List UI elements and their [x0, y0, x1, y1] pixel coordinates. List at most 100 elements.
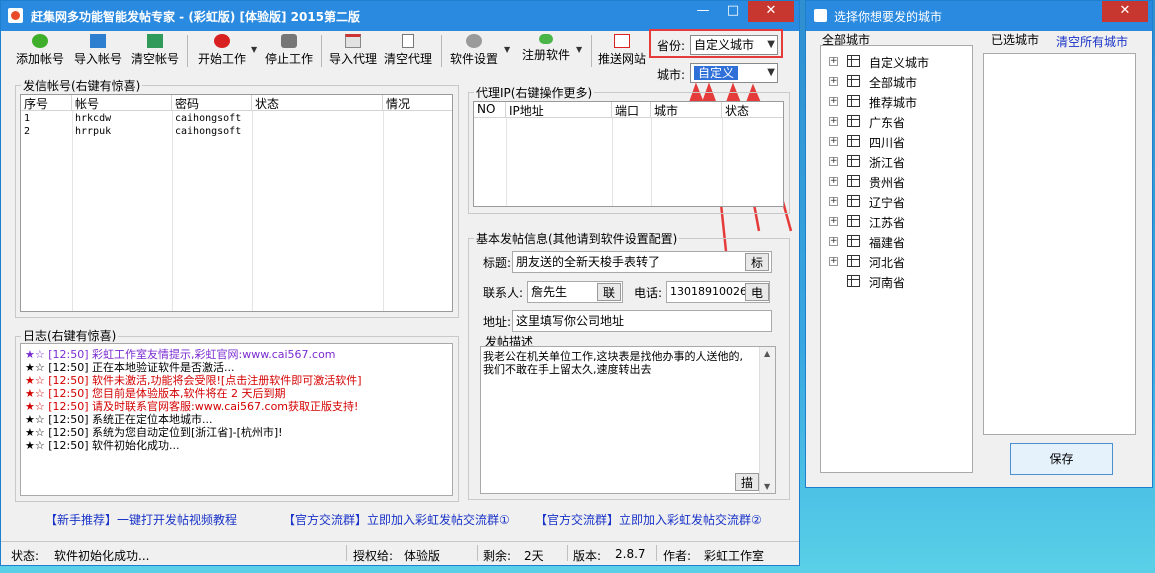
expand-icon[interactable]: + [829, 177, 838, 186]
stop-work-button[interactable]: 停止工作 [262, 31, 316, 71]
log-line-8-text: [12:50] 软件初始化成功... [48, 439, 180, 452]
expand-icon[interactable]: + [829, 237, 838, 246]
table-icon [847, 55, 860, 67]
expand-icon[interactable]: + [829, 137, 838, 146]
add-account-button[interactable]: 添加帐号 [13, 31, 67, 71]
import-proxy-icon [345, 34, 361, 48]
tree-item-label: 全部城市 [869, 76, 918, 90]
chevron-down-icon[interactable]: ▼ [251, 45, 257, 54]
push-icon [614, 34, 630, 48]
expand-icon[interactable]: + [829, 97, 838, 106]
description-textarea[interactable]: 我老公在机关单位工作,这块表是找他办事的人送他的,我们不敢在手上留太久,速度转出… [480, 346, 776, 494]
city-tree[interactable]: + 自定义城市 + 全部城市 + 推荐城市 + 广东省 + 四川省 + 浙江省 + 贵州省 +… [820, 45, 973, 473]
dialog-icon [814, 9, 827, 22]
expand-icon[interactable]: + [829, 197, 838, 206]
toolbar-separator [441, 35, 442, 67]
log-panel[interactable]: ★☆ [12:50] 彩虹工作室友情提示,彩虹官网:www.cai567.com… [20, 343, 453, 496]
expand-icon[interactable]: + [829, 257, 838, 266]
expand-icon[interactable]: + [829, 217, 838, 226]
log-line-3-text: [12:50] 软件未激活,功能将会受限![点击注册软件即可激活软件] [48, 374, 362, 387]
save-button[interactable]: 保存 [1010, 443, 1113, 475]
expand-icon[interactable]: + [829, 57, 838, 66]
official-group-2-link[interactable]: 【官方交流群】立即加入彩虹发帖交流群② [535, 511, 762, 528]
register-software-button[interactable]: 注册软件 [519, 31, 573, 71]
title-bar[interactable]: 赶集网多功能智能发帖专家 - (彩虹版) [体验版] 2015第二版 — □ ✕ [1, 1, 799, 31]
province-select[interactable]: 自定义城市 ▼ [690, 35, 778, 55]
import-proxy-button[interactable]: 导入代理 [326, 31, 380, 71]
author-label: 作者: [663, 549, 692, 563]
minimize-button[interactable]: — [689, 1, 717, 22]
dialog-title-bar[interactable]: 选择你想要发的城市 ✕ [806, 1, 1152, 31]
toolbar-separator [187, 35, 188, 67]
chevron-down-icon[interactable]: ▼ [576, 45, 582, 54]
expand-icon[interactable]: + [829, 117, 838, 126]
log-line-6-text: [12:50] 系统正在定位本地城市... [48, 413, 213, 426]
chevron-down-icon[interactable]: ▼ [504, 45, 510, 54]
accounts-header-account[interactable]: 帐号 [72, 95, 172, 111]
city-select[interactable]: 自定义 ▼ [690, 63, 778, 83]
video-tutorial-link[interactable]: 【新手推荐】一键打开发帖视频教程 [45, 511, 237, 528]
close-button[interactable]: ✕ [748, 1, 794, 22]
table-icon [847, 175, 860, 187]
dialog-close-button[interactable]: ✕ [1102, 1, 1148, 22]
contact-picker-button[interactable]: 联 [597, 283, 621, 301]
account-row-2-password[interactable]: caihongsoft [172, 126, 241, 140]
star-icon: ★☆ [25, 348, 45, 361]
account-row-1-password[interactable]: caihongsoft [172, 113, 241, 127]
chevron-down-icon: ▼ [767, 67, 775, 78]
post-title-input[interactable]: 朋友送的全新天梭手表转了 [512, 251, 772, 273]
start-work-label: 开始工作 [197, 52, 246, 66]
software-settings-button[interactable]: 软件设置 [447, 31, 501, 71]
post-title-label: 标题: [483, 256, 512, 270]
clear-account-button[interactable]: 清空帐号 [128, 31, 182, 71]
tree-item-label: 广东省 [869, 116, 906, 130]
proxy-header-city[interactable]: 城市 [651, 102, 722, 118]
selected-cities-label: 已选城市 [989, 31, 1042, 48]
import-account-button[interactable]: 导入帐号 [71, 31, 125, 71]
proxy-header-ip[interactable]: IP地址 [506, 102, 612, 118]
clear-all-cities-link[interactable]: 清空所有城市 [1056, 33, 1128, 50]
proxy-table[interactable]: NO IP地址 端口 城市 状态 [473, 101, 784, 207]
tree-item-label: 辽宁省 [869, 196, 906, 210]
star-icon: ★☆ [25, 361, 45, 374]
tree-item-label: 贵州省 [869, 176, 906, 190]
account-row-2-account[interactable]: hrrpuk [72, 126, 111, 140]
table-icon [847, 275, 860, 287]
push-site-label: 推送网站 [597, 52, 646, 66]
toolbar-separator [591, 35, 592, 67]
accounts-header-no[interactable]: 序号 [21, 95, 72, 111]
title-picker-button[interactable]: 标 [745, 253, 769, 271]
account-row-1-no[interactable]: 1 [21, 113, 30, 127]
log-line-6: ★☆ [12:50] 系统正在定位本地城市... [25, 413, 213, 426]
maximize-button[interactable]: □ [719, 1, 747, 22]
version-label: 版本: [573, 549, 602, 563]
selected-cities-list[interactable] [983, 53, 1136, 435]
accounts-header-situation[interactable]: 情况 [383, 95, 452, 111]
start-work-button[interactable]: 开始工作 [195, 31, 249, 71]
table-icon [847, 75, 860, 87]
account-row-1-account[interactable]: hrkcdw [72, 113, 111, 127]
status-separator [656, 545, 657, 561]
expand-icon[interactable]: + [829, 77, 838, 86]
address-input[interactable]: 这里填写你公司地址 [512, 310, 772, 332]
push-site-button[interactable]: 推送网站 [595, 31, 649, 71]
accounts-header-password[interactable]: 密码 [172, 95, 252, 111]
description-scrollbar[interactable]: ▲ ▼ [759, 347, 775, 493]
tree-item-label: 浙江省 [869, 156, 906, 170]
official-group-1-link[interactable]: 【官方交流群】立即加入彩虹发帖交流群① [283, 511, 510, 528]
expand-icon[interactable]: + [829, 157, 838, 166]
contact-label: 联系人: [483, 286, 524, 300]
play-icon [214, 34, 230, 48]
accounts-header-status[interactable]: 状态 [252, 95, 383, 111]
description-picker-button[interactable]: 描 [735, 473, 759, 491]
key-icon [539, 34, 553, 44]
import-proxy-label: 导入代理 [328, 52, 377, 66]
proxy-header-no[interactable]: NO [474, 102, 506, 118]
phone-picker-button[interactable]: 电 [745, 283, 769, 301]
log-line-5: ★☆ [12:50] 请及时联系官网客服:www.cai567.com获取正版支… [25, 400, 358, 413]
proxy-header-status[interactable]: 状态 [722, 102, 783, 118]
accounts-table[interactable]: 序号 帐号 密码 状态 情况 1 hrkcdw caihongsoft 2 hr… [20, 94, 453, 312]
proxy-header-port[interactable]: 端口 [612, 102, 651, 118]
account-row-2-no[interactable]: 2 [21, 126, 30, 140]
clear-proxy-button[interactable]: 清空代理 [381, 31, 435, 71]
